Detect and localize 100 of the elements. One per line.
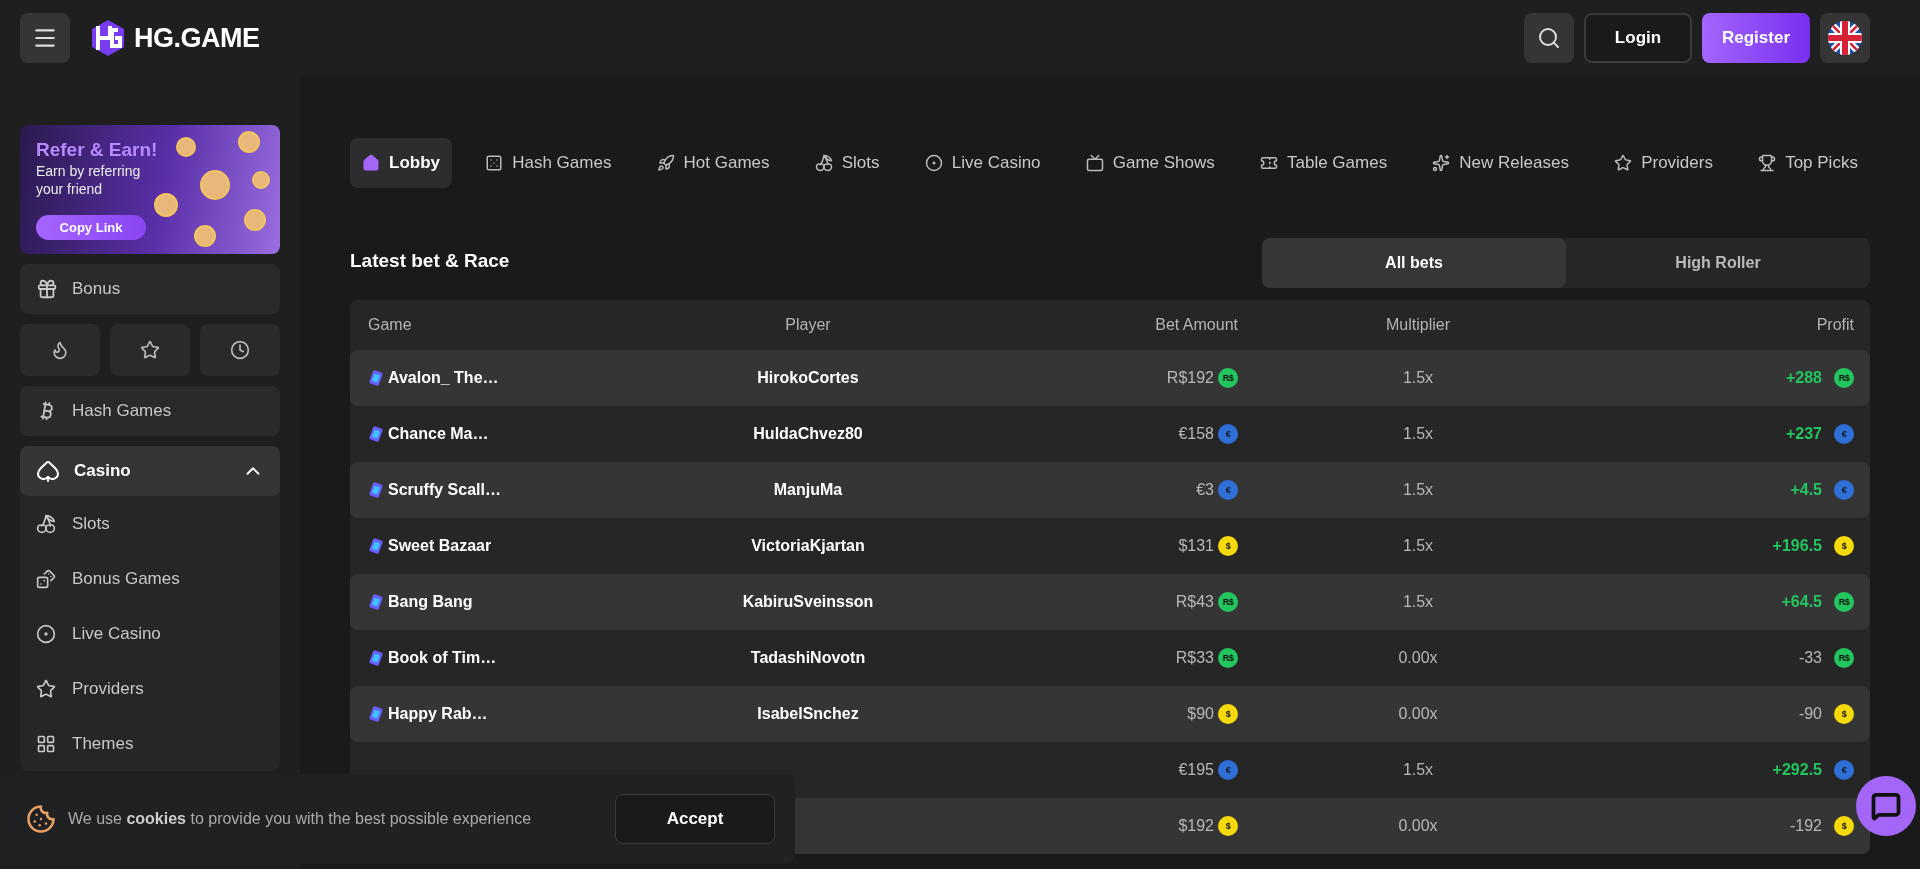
- currency-coin: $: [1218, 704, 1238, 724]
- avatar: [176, 137, 196, 157]
- nav-item[interactable]: Hash Games: [20, 386, 280, 436]
- multiplier: 1.5x: [1402, 537, 1434, 555]
- bet-amount: $192: [1178, 817, 1214, 835]
- nav-subitem[interactable]: Providers: [20, 661, 280, 716]
- trophy-icon: [1758, 154, 1777, 172]
- avatar: [238, 131, 260, 153]
- login-button[interactable]: Login: [1584, 13, 1692, 63]
- currency-coin: €: [1834, 424, 1854, 444]
- player-name: TadashiNovotn: [750, 649, 866, 667]
- multiplier: 0.00x: [1398, 649, 1438, 667]
- cookie-text: We use cookies to provide you with the best possible experience: [68, 810, 533, 828]
- category-tab[interactable]: Table Games: [1248, 138, 1400, 188]
- player-name: ManjuMa: [773, 481, 843, 499]
- bet-amount: R$192: [1166, 369, 1214, 387]
- currency-coin: $: [1834, 704, 1854, 724]
- multiplier: 1.5x: [1402, 425, 1434, 443]
- game-card-icon: [368, 370, 384, 386]
- logo-text: HG.GAME: [134, 22, 260, 54]
- currency-coin: €: [1834, 760, 1854, 780]
- home-icon: [362, 154, 380, 172]
- avatar: [244, 209, 266, 231]
- category-tab[interactable]: Slots: [802, 138, 892, 188]
- category-tab[interactable]: Top Picks: [1746, 138, 1870, 188]
- language-button[interactable]: [1820, 13, 1870, 63]
- multiplier: 0.00x: [1398, 705, 1438, 723]
- currency-coin: $: [1834, 816, 1854, 836]
- cookie-icon: [26, 804, 56, 834]
- currency-coin: €: [1218, 424, 1238, 444]
- multiplier: 1.5x: [1402, 593, 1434, 611]
- bet-amount: €3: [1196, 481, 1214, 499]
- currency-coin: €: [1218, 480, 1238, 500]
- nav-item[interactable]: Casino: [20, 446, 280, 496]
- category-tab[interactable]: Hash Games: [473, 138, 624, 188]
- section-title: Latest bet & Race: [350, 250, 510, 272]
- game-name: Avalon_ The…: [388, 369, 499, 387]
- profit: +4.5: [1790, 481, 1822, 499]
- cherry-icon: [814, 154, 833, 172]
- bonus-item[interactable]: Bonus: [20, 264, 280, 314]
- flame-icon: [50, 340, 70, 360]
- dice-icon: [485, 154, 504, 172]
- player-name: HuldaChvez80: [753, 425, 863, 443]
- game-card-icon: [368, 650, 384, 666]
- profit: +292.5: [1772, 761, 1822, 779]
- currency-coin: R$: [1218, 368, 1238, 388]
- nav-subitem[interactable]: Live Casino: [20, 606, 280, 661]
- game-name: Sweet Bazaar: [388, 537, 492, 555]
- nav-subitem[interactable]: Themes: [20, 716, 280, 771]
- category-tab[interactable]: Lobby: [350, 138, 452, 188]
- nav-subitem[interactable]: Slots: [20, 496, 280, 551]
- game-name: Chance Ma…: [388, 425, 489, 443]
- copy-link-button[interactable]: Copy Link: [36, 215, 146, 240]
- player-name: KabiruSveinsson: [742, 593, 874, 611]
- favorites-button[interactable]: [110, 324, 190, 376]
- avatar: [194, 225, 216, 247]
- game-card-icon: [368, 706, 384, 722]
- currency-coin: $: [1218, 536, 1238, 556]
- avatar: [252, 171, 270, 189]
- filter-tab[interactable]: High Roller: [1566, 238, 1870, 288]
- star-icon: [36, 678, 56, 699]
- register-button[interactable]: Register: [1702, 13, 1810, 63]
- search-button[interactable]: [1524, 13, 1574, 63]
- game-card-icon: [368, 594, 384, 610]
- profit: +288: [1785, 369, 1822, 387]
- multiplier: 1.5x: [1402, 481, 1434, 499]
- currency-coin: R$: [1218, 592, 1238, 612]
- rocket-icon: [656, 154, 675, 172]
- filter-tab[interactable]: All bets: [1262, 238, 1566, 288]
- game-name: Scruffy Scall…: [388, 481, 501, 499]
- game-card-icon: [368, 482, 384, 498]
- category-tab[interactable]: Live Casino: [912, 138, 1053, 188]
- profit: +196.5: [1772, 537, 1822, 555]
- currency-coin: R$: [1218, 648, 1238, 668]
- promo-text: Earn by referring your friend: [36, 163, 142, 198]
- column-header: Multiplier: [1385, 316, 1451, 334]
- hot-button[interactable]: [20, 324, 100, 376]
- bet-amount: $90: [1187, 705, 1214, 723]
- multiplier: 0.00x: [1398, 817, 1438, 835]
- recent-button[interactable]: [200, 324, 280, 376]
- currency-coin: R$: [1834, 368, 1854, 388]
- clock-icon: [230, 340, 250, 360]
- category-tab[interactable]: Hot Games: [644, 138, 782, 188]
- category-tab[interactable]: Providers: [1602, 138, 1725, 188]
- currency-coin: €: [1834, 480, 1854, 500]
- bet-amount: R$33: [1175, 649, 1214, 667]
- column-header: Player: [784, 316, 832, 334]
- accept-button[interactable]: Accept: [615, 794, 775, 844]
- search-icon: [1537, 26, 1561, 50]
- currency-coin: €: [1218, 760, 1238, 780]
- multiplier: 1.5x: [1402, 369, 1434, 387]
- category-tab[interactable]: New Releases: [1420, 138, 1581, 188]
- category-tab[interactable]: Game Shows: [1073, 138, 1227, 188]
- chat-button[interactable]: [1856, 776, 1916, 836]
- menu-button[interactable]: [20, 13, 70, 63]
- profit: -33: [1798, 649, 1822, 667]
- star-icon: [140, 340, 160, 360]
- nav-subitem[interactable]: Bonus Games: [20, 551, 280, 606]
- bet-amount: $131: [1178, 537, 1214, 555]
- gift-icon: [36, 278, 58, 300]
